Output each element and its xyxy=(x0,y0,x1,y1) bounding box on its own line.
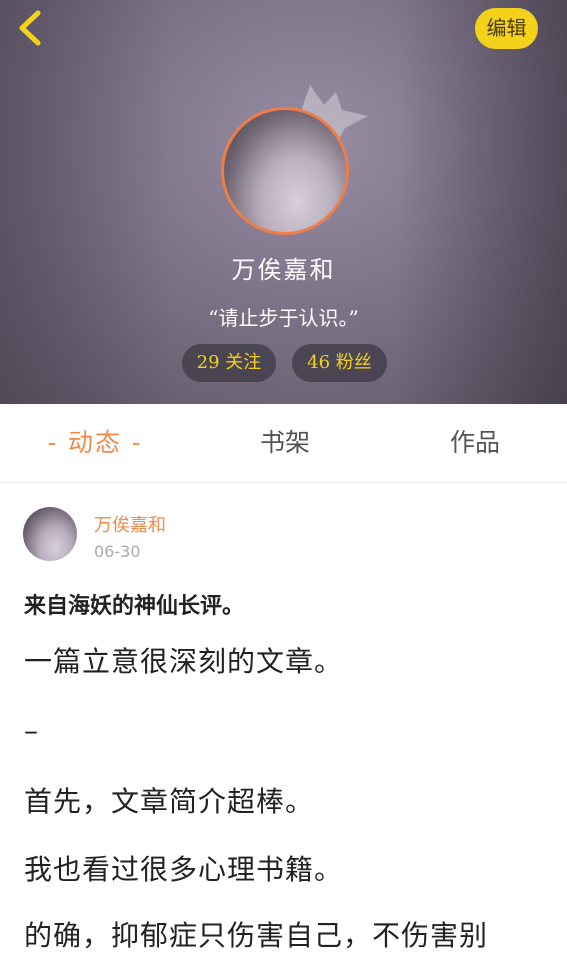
post-title: 来自海妖的神仙长评。 xyxy=(24,593,245,619)
post-date: 06-30 xyxy=(94,542,141,561)
fans-count-button[interactable]: 46 粉丝 xyxy=(292,344,387,382)
post-text-line: 一篇立意很深刻的文章。 xyxy=(24,645,344,678)
profile-header: 编辑 万俟嘉和 “请止步于认识。” 29 关注 46 粉丝 xyxy=(0,0,567,404)
back-arrow-icon[interactable] xyxy=(12,8,48,48)
post-text-line: 首先，文章简介超棒。 xyxy=(24,785,315,818)
profile-name: 万俟嘉和 xyxy=(231,256,336,284)
following-count-button[interactable]: 29 关注 xyxy=(182,344,276,382)
profile-motto: “请止步于认识。” xyxy=(208,306,359,330)
tab-works[interactable]: 作品 xyxy=(430,404,520,482)
profile-avatar[interactable] xyxy=(221,107,349,235)
post-author-avatar[interactable] xyxy=(23,507,77,561)
edit-button[interactable]: 编辑 xyxy=(475,8,538,49)
tab-activity[interactable]: - 动态 - xyxy=(30,404,160,482)
post-author-name[interactable]: 万俟嘉和 xyxy=(94,511,166,537)
post-text-line: – xyxy=(24,714,39,747)
avatar-image xyxy=(221,107,349,235)
tab-bookshelf[interactable]: 书架 xyxy=(240,404,330,482)
post-text-line: 我也看过很多心理书籍。 xyxy=(24,853,344,886)
post-text-line: 的确，抑郁症只伤害自己，不伤害别 xyxy=(24,919,489,952)
profile-tabs: - 动态 - 书架 作品 xyxy=(0,404,567,483)
